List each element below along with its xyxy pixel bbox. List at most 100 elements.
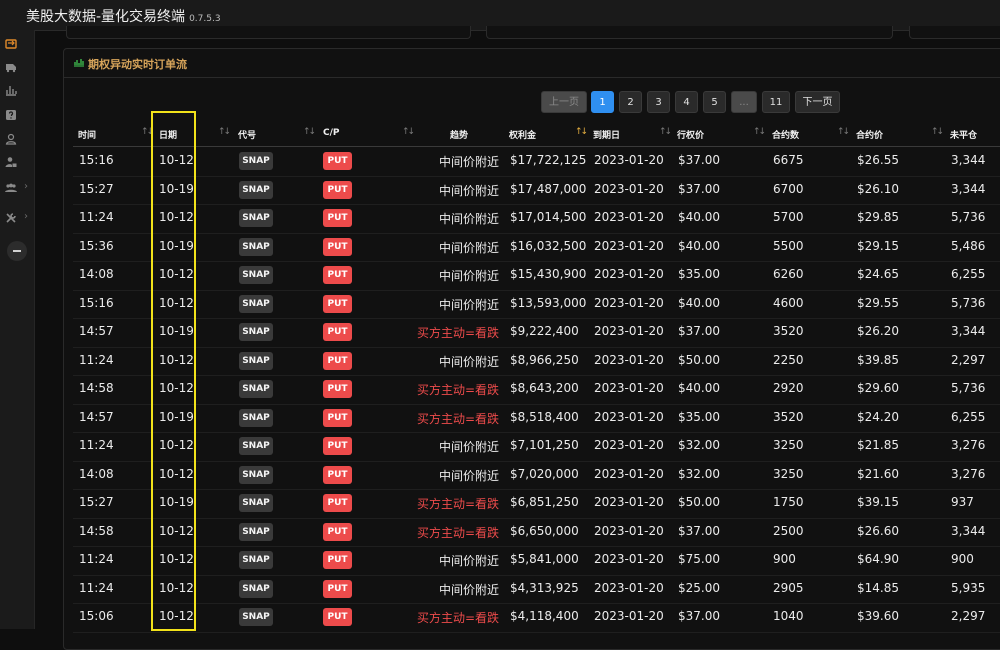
symbol-badge[interactable]: SNAP [239, 408, 273, 427]
sidebar-item-users[interactable]: › [0, 178, 34, 198]
table-row[interactable]: 11:24 10-12 SNAP PUT 中间价附近 $4,313,925 2023-01-… [73, 575, 1000, 604]
symbol-badge[interactable]: SNAP [239, 494, 273, 512]
column-header-price[interactable]: 合约价 [856, 128, 883, 141]
cell-premium: $8,643,200 [510, 381, 579, 395]
symbol-badge[interactable]: SNAP [239, 180, 273, 199]
symbol-badge[interactable]: SNAP [239, 266, 273, 284]
cell-contracts: 3250 [773, 466, 804, 481]
column-header-time[interactable]: 时间 [78, 128, 96, 141]
page-button-2[interactable]: 2 [619, 91, 642, 113]
cell-open-interest: 937 [951, 495, 974, 509]
cell-time: 14:08 [79, 267, 114, 281]
table-row[interactable]: 15:27 10-19 SNAP PUT 买方主动=看跌 $6,851,250 2023-0… [73, 489, 1000, 519]
symbol-badge[interactable]: SNAP [239, 209, 273, 227]
page-button-4[interactable]: 4 [675, 91, 698, 113]
sidebar-item-profile[interactable] [0, 129, 34, 149]
table-row[interactable]: 14:57 10-19 SNAP PUT 买方主动=看跌 $9,222,400 2023-0… [73, 318, 1000, 348]
cell-date: 10-19 [159, 409, 194, 424]
sidebar-item-exchange[interactable] [0, 34, 34, 54]
sort-icon[interactable]: ↑↓ [931, 127, 944, 137]
sort-icon[interactable]: ↑↓ [837, 127, 850, 137]
cell-date: 10-12 [159, 552, 194, 566]
cell-time: 14:57 [79, 409, 114, 424]
cell-trend: 中间价附近 [438, 468, 499, 483]
chevron-right-icon: › [24, 211, 28, 222]
cell-strike: $75.00 [678, 552, 720, 566]
column-header-strike[interactable]: 行权价 [677, 128, 704, 141]
cell-date: 10-12 [159, 153, 194, 167]
sidebar-item-tools[interactable]: › [0, 208, 34, 228]
sort-icon[interactable]: ↑↓ [218, 127, 231, 137]
symbol-badge[interactable]: SNAP [239, 294, 273, 313]
cell-strike: $32.00 [678, 438, 720, 452]
symbol-badge[interactable]: SNAP [239, 551, 273, 569]
symbol-badge[interactable]: SNAP [239, 522, 273, 541]
table-row[interactable]: 15:16 10-12 SNAP PUT 中间价附近 $17,722,125 2023-01… [73, 147, 1000, 177]
table-row[interactable]: 11:24 10-12 SNAP PUT 中间价附近 $17,014,500 2023-01… [73, 204, 1000, 234]
cell-date: 10-12 [159, 523, 194, 538]
symbol-badge[interactable]: SNAP [239, 237, 273, 256]
table-row[interactable]: 14:58 10-12 SNAP PUT 买方主动=看跌 $6,650,000 2023-0… [73, 518, 1000, 547]
table-row[interactable]: 15:16 10-12 SNAP PUT 中间价附近 $13,593,000 2023-01… [73, 290, 1000, 319]
cell-time: 15:16 [79, 153, 114, 167]
user-lock-icon [5, 157, 17, 167]
symbol-badge[interactable]: SNAP [239, 579, 273, 598]
symbol-badge[interactable]: SNAP [239, 351, 273, 370]
symbol-badge[interactable]: SNAP [239, 152, 273, 170]
column-header-premium[interactable]: 权利金 [509, 128, 536, 141]
symbol-badge[interactable]: SNAP [239, 323, 273, 341]
user-icon [5, 133, 17, 145]
column-header-trend[interactable]: 趋势 [450, 128, 468, 141]
column-header-cp[interactable]: C/P [323, 128, 340, 138]
cell-contracts: 1040 [773, 609, 804, 623]
sort-icon[interactable]: ↑↓ [402, 127, 415, 137]
page-button-1[interactable]: 1 [591, 91, 614, 113]
next-page-button[interactable]: 下一页 [795, 91, 840, 113]
sidebar-item-account-lock[interactable] [0, 152, 34, 172]
table-row[interactable]: 11:24 10-12 SNAP PUT 中间价附近 $7,101,250 2023-01-… [73, 432, 1000, 462]
table-row[interactable]: 14:08 10-12 SNAP PUT 中间价附近 $15,430,900 2023-01… [73, 261, 1000, 291]
cell-date: 10-12 [159, 381, 194, 395]
sort-icon[interactable]: ↑↓ [753, 127, 766, 137]
sort-icon[interactable]: ↑↓ [303, 127, 316, 137]
table-row[interactable]: 15:36 10-19 SNAP PUT 中间价附近 $16,032,500 2023-01… [73, 233, 1000, 262]
table-row[interactable]: 14:58 10-12 SNAP PUT 买方主动=看跌 $8,643,200 2023-0… [73, 375, 1000, 405]
cell-premium: $6,650,000 [510, 523, 579, 538]
put-badge: PUT [323, 465, 352, 484]
prev-page-button[interactable]: 上一页 [541, 91, 587, 113]
sort-icon[interactable]: ↑↓ [141, 127, 154, 137]
column-header-expiry[interactable]: 到期日 [593, 128, 620, 141]
sidebar-collapse-toggle[interactable] [7, 241, 27, 261]
table-row[interactable]: 11:24 10-12 SNAP PUT 中间价附近 $5,841,000 2023-01-… [73, 546, 1000, 576]
column-header-date[interactable]: 日期 [159, 128, 177, 141]
sort-active-icon[interactable]: ↑↓ [575, 127, 588, 137]
page-button-3[interactable]: 3 [647, 91, 670, 113]
cell-open-interest: 5,736 [951, 295, 986, 310]
cell-strike: $40.00 [678, 295, 720, 310]
page-button-5[interactable]: 5 [703, 91, 726, 113]
cell-strike: $37.00 [678, 153, 720, 167]
table-row[interactable]: 14:57 10-19 SNAP PUT 买方主动=看跌 $8,518,400 2023-0… [73, 404, 1000, 433]
sort-icon[interactable]: ↑↓ [659, 127, 672, 137]
column-header-open-interest[interactable]: 未平仓 [950, 128, 977, 141]
cell-time: 14:08 [79, 466, 114, 481]
sidebar-item-bus[interactable] [0, 57, 34, 77]
table-row[interactable]: 15:06 10-12 SNAP PUT 买方主动=看跌 $4,118,400 2023-0… [73, 603, 1000, 633]
cell-expiry: 2023-01-20 [594, 238, 664, 253]
column-header-contracts[interactable]: 合约数 [772, 128, 799, 141]
sidebar-item-statistics[interactable] [0, 80, 34, 100]
table-row[interactable]: 11:24 10-12 SNAP PUT 中间价附近 $8,966,250 2023-01-… [73, 347, 1000, 376]
column-header-symbol[interactable]: 代号 [238, 128, 256, 141]
cell-time: 15:36 [79, 238, 114, 253]
cell-time: 14:58 [79, 523, 114, 538]
symbol-badge[interactable]: SNAP [239, 608, 273, 626]
cell-expiry: 2023-01-20 [594, 580, 664, 595]
page-button-last[interactable]: 11 [762, 91, 790, 113]
sidebar-item-help[interactable] [0, 105, 34, 125]
symbol-badge[interactable]: SNAP [239, 380, 273, 398]
cell-open-interest: 3,276 [951, 466, 986, 481]
symbol-badge[interactable]: SNAP [239, 437, 273, 455]
symbol-badge[interactable]: SNAP [239, 465, 273, 484]
table-row[interactable]: 15:27 10-19 SNAP PUT 中间价附近 $17,487,000 2023-01… [73, 176, 1000, 205]
table-row[interactable]: 14:08 10-12 SNAP PUT 中间价附近 $7,020,000 2023-01-… [73, 461, 1000, 490]
